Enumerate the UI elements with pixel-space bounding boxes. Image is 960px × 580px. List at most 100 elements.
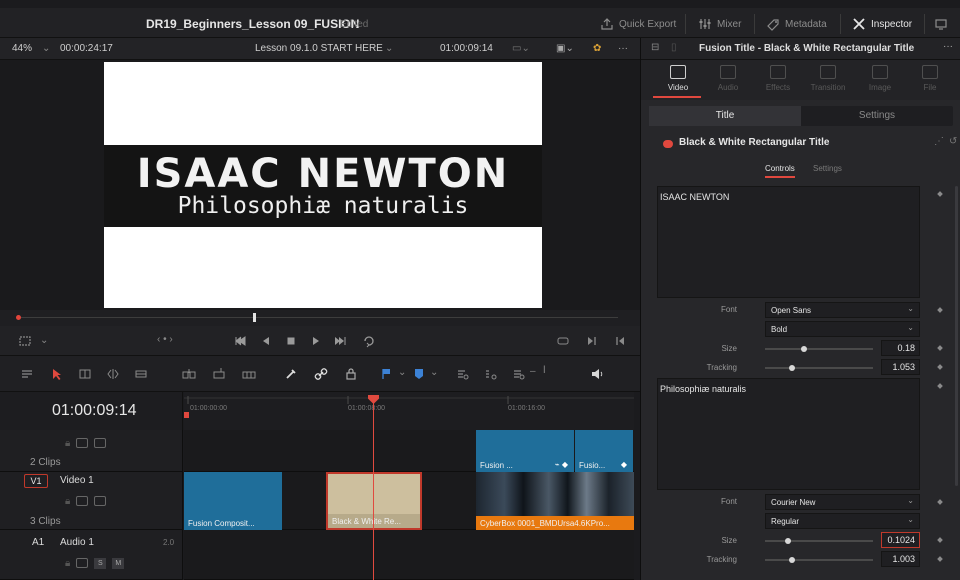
lock-icon[interactable]: 🔒︎ xyxy=(65,558,70,569)
more-options-icon[interactable]: ··· xyxy=(618,43,628,54)
playhead[interactable] xyxy=(373,395,374,580)
next-edit-icon[interactable] xyxy=(585,334,599,348)
auto-select-icon[interactable] xyxy=(76,558,89,568)
zoom-out-icon[interactable]: – xyxy=(530,366,536,377)
color-wheel-icon[interactable]: ✿ xyxy=(593,43,601,54)
zoom-custom-icon[interactable] xyxy=(512,367,526,381)
loop-icon[interactable] xyxy=(362,334,376,348)
title-text-input-1[interactable]: ISAAC NEWTON xyxy=(657,186,920,298)
reset-icon[interactable]: ↺ xyxy=(949,136,957,147)
clip-black-white-title[interactable]: Black & White Re... xyxy=(326,472,422,530)
keyframe-icon[interactable] xyxy=(937,307,943,313)
track-name[interactable]: Video 1 xyxy=(60,475,94,486)
snapping-icon[interactable] xyxy=(284,367,298,381)
zoom-full-icon[interactable] xyxy=(456,367,470,381)
solo-button[interactable]: S xyxy=(94,558,107,569)
insert-clip-icon[interactable] xyxy=(182,367,196,381)
track-lane-v1[interactable]: Fusion Composit... Black & White Re... C… xyxy=(184,472,634,530)
play-icon[interactable] xyxy=(309,334,323,348)
keyframe-icon[interactable] xyxy=(937,556,943,562)
size-slider-2[interactable] xyxy=(765,538,873,544)
prev-edit-icon[interactable] xyxy=(613,334,627,348)
film-icon[interactable] xyxy=(94,438,107,448)
tab-control-settings[interactable]: Settings xyxy=(813,164,842,173)
blade-tool-icon[interactable] xyxy=(134,367,148,381)
scrubber-bar[interactable] xyxy=(0,310,640,326)
collapse-panel-button[interactable] xyxy=(934,14,948,34)
slider-knob[interactable] xyxy=(789,557,795,563)
track-header-a1[interactable]: A1 Audio 1 2.0 🔒︎ S M xyxy=(0,530,183,580)
linked-selection-icon[interactable] xyxy=(314,367,328,381)
clip-fusion-composition[interactable]: Fusion Composit... xyxy=(184,472,282,530)
inspector-button[interactable]: Inspector xyxy=(852,14,912,34)
size-slider-1[interactable] xyxy=(765,346,873,352)
lock-icon[interactable] xyxy=(344,367,358,381)
audio-volume-icon[interactable] xyxy=(590,367,604,381)
quick-export-button[interactable]: Quick Export xyxy=(600,14,676,34)
keyframe-icon[interactable] xyxy=(937,364,943,370)
clip-fusion-title-b[interactable]: Fusio... ◆ xyxy=(575,430,633,472)
track-header-v1[interactable]: V1 Video 1 🔒︎ 3 Clips xyxy=(0,472,183,530)
track-header-v2[interactable]: 🔒︎ 2 Clips xyxy=(0,430,183,472)
timeline-view-options-icon[interactable] xyxy=(20,367,34,381)
zoom-detail-icon[interactable] xyxy=(484,367,498,381)
trim-tool-icon[interactable] xyxy=(78,367,92,381)
keyframe-icon[interactable] xyxy=(937,537,943,543)
flag-icon[interactable] xyxy=(380,367,394,381)
stop-icon[interactable] xyxy=(284,334,298,348)
tab-video[interactable]: Video xyxy=(653,65,703,92)
subtab-title[interactable]: Title xyxy=(649,106,801,126)
clip-cyberbox[interactable]: CyberBox 0001_BMDUrsa4.6KPro... xyxy=(476,472,634,530)
chevron-down-icon[interactable]: ⌄ xyxy=(42,43,50,54)
magic-wand-icon[interactable]: ⋰ xyxy=(934,136,944,147)
auto-select-icon[interactable] xyxy=(76,438,89,448)
chevron-down-icon[interactable]: ⌄ xyxy=(430,367,438,378)
film-icon[interactable] xyxy=(94,496,107,506)
slider-knob[interactable] xyxy=(801,346,807,352)
tracking-input-1[interactable]: 1.053 xyxy=(881,359,920,375)
timeline-name[interactable]: Lesson 09.1.0 START HERE xyxy=(255,43,383,54)
play-reverse-icon[interactable] xyxy=(259,334,273,348)
split-view-icon[interactable]: ▯ xyxy=(671,42,677,53)
go-to-start-icon[interactable] xyxy=(233,334,247,348)
scrubber-playhead[interactable] xyxy=(253,313,256,322)
tracking-slider-2[interactable] xyxy=(765,557,873,563)
marker-icon[interactable] xyxy=(412,367,426,381)
slider-knob[interactable] xyxy=(785,538,791,544)
keyframe-icon[interactable] xyxy=(937,191,943,197)
replace-clip-icon[interactable] xyxy=(242,367,256,381)
crop-icon[interactable] xyxy=(18,334,32,348)
subtab-settings[interactable]: Settings xyxy=(801,106,953,126)
tab-image[interactable]: Image xyxy=(855,65,905,92)
more-options-icon[interactable]: ··· xyxy=(943,41,953,52)
tab-file[interactable]: File xyxy=(905,65,955,92)
inspector-scrollbar[interactable] xyxy=(955,186,958,486)
match-frame-icon[interactable] xyxy=(556,334,570,348)
auto-select-icon[interactable] xyxy=(76,496,89,506)
font-dropdown-2[interactable]: Courier New ⌄ xyxy=(765,494,920,510)
tab-transition[interactable]: Transition xyxy=(803,65,853,92)
title-text-input-2[interactable]: Philosophiæ naturalis xyxy=(657,378,920,490)
effect-enable-toggle[interactable] xyxy=(663,140,673,148)
selection-tool-icon[interactable] xyxy=(50,367,64,381)
font-dropdown-1[interactable]: Open Sans ⌄ xyxy=(765,302,920,318)
chevron-down-icon[interactable]: ⌄ xyxy=(385,43,393,54)
timeline-ruler[interactable]: 01:00:00:00 01:00:08:00 01:00:16:00 xyxy=(184,392,634,430)
keyframe-icon[interactable] xyxy=(937,499,943,505)
viewer[interactable]: ISAAC NEWTON Philosophiæ naturalis xyxy=(0,60,640,310)
slider-knob[interactable] xyxy=(789,365,795,371)
keyframe-icon[interactable] xyxy=(937,383,943,389)
lock-icon[interactable]: 🔒︎ xyxy=(65,496,70,507)
track-id-v1[interactable]: V1 xyxy=(24,474,48,488)
viewer-mode-icon[interactable]: ▭⌄ xyxy=(512,43,530,54)
keyframe-icon[interactable] xyxy=(937,345,943,351)
metadata-button[interactable]: Metadata xyxy=(766,14,827,34)
tracking-slider-1[interactable] xyxy=(765,365,873,371)
track-lane-v2[interactable]: Fusion ... ⌁ ◆ Fusio... ◆ xyxy=(184,430,634,472)
mute-button[interactable]: M xyxy=(112,558,125,569)
size-input-1[interactable]: 0.18 xyxy=(881,340,920,356)
font-style-dropdown-2[interactable]: Regular ⌄ xyxy=(765,513,920,529)
zoom-level[interactable]: 44% xyxy=(12,43,32,54)
chevron-down-icon[interactable]: ⌄ xyxy=(398,367,406,378)
track-name[interactable]: Audio 1 xyxy=(60,537,94,548)
